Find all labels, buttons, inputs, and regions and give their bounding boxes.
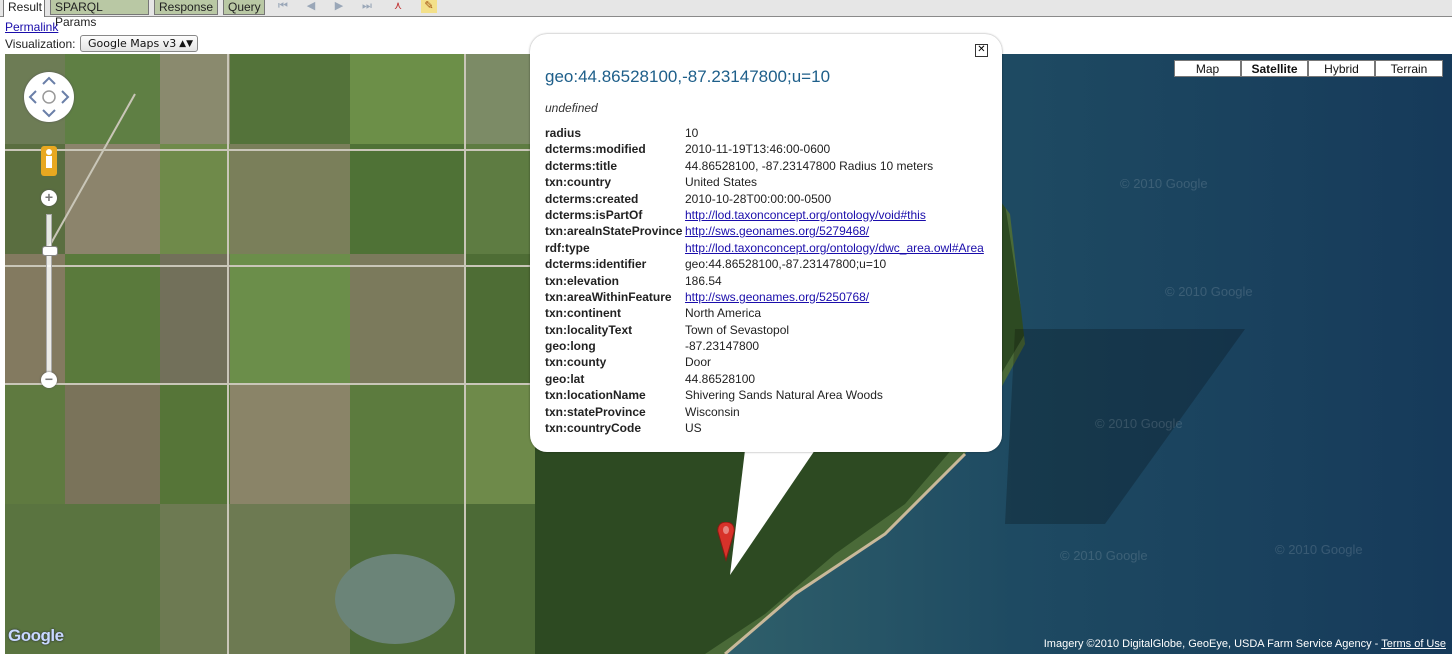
property-key: txn:areaWithinFeature [545,289,672,304]
property-row: dcterms:modified 2010-11-19T13:46:00-0600 [545,142,984,158]
map-type-satellite-button[interactable]: Satellite [1241,60,1308,77]
property-row: radius 10 [545,126,984,142]
property-key: radius [545,126,582,140]
property-value: Shivering Sands Natural Area Woods [685,388,883,403]
property-row: dcterms:created 2010-10-28T00:00:00-0500 [545,192,984,208]
property-value: geo:44.86528100,-87.23147800;u=10 [685,257,887,272]
property-row: geo:lat 44.86528100 [545,372,984,388]
property-key: geo:long [545,339,596,354]
popup-subtitle: undefined [545,101,598,115]
property-row: txn:elevation 186.54 [545,274,984,290]
zoom-slider-track[interactable] [46,214,52,374]
prev-page-icon[interactable]: ◀ [302,0,320,13]
property-value: 2010-10-28T00:00:00-0500 [685,191,832,206]
property-value-link[interactable]: http://lod.taxonconcept.org/ontology/voi… [685,208,926,222]
property-key: txn:elevation [545,273,620,288]
visualization-label: Visualization: [5,37,76,51]
property-key: txn:locationName [545,388,646,403]
property-key: dcterms:created [545,191,639,206]
property-key: txn:countryCode [545,421,641,436]
first-page-icon[interactable]: ⏮ [274,0,292,13]
property-value: North America [685,306,762,321]
property-key: dcterms:isPartOf [545,207,643,222]
visualization-select-value: Google Maps v3 [88,37,177,50]
tab-response[interactable]: Response [154,0,218,15]
property-value: -87.23147800 [685,339,760,354]
property-row: dcterms:identifier geo:44.86528100,-87.23… [545,257,984,273]
property-key: txn:localityText [545,322,633,337]
map-watermark: © 2010 Google [1095,416,1183,431]
property-key: dcterms:modified [545,142,646,157]
next-page-icon[interactable]: ▶ [330,0,348,13]
property-value: Wisconsin [685,404,740,419]
property-key: txn:stateProvince [545,404,646,419]
property-row: dcterms:title 44.86528100, -87.23147800 R… [545,159,984,175]
property-key: dcterms:title [545,158,618,173]
tab-result[interactable]: Result [3,0,45,17]
map-type-hybrid-button[interactable]: Hybrid [1308,60,1375,77]
terms-of-use-link[interactable]: Terms of Use [1381,638,1446,650]
pan-arrows-icon [28,76,70,118]
attribution-text: Imagery ©2010 DigitalGlobe, GeoEye, USDA… [1043,638,1379,650]
zoom-out-button[interactable]: − [41,372,57,388]
property-value: 2010-11-19T13:46:00-0600 [685,142,831,157]
property-row: txn:country United States [545,175,984,191]
map-watermark: © 2010 Google [1275,542,1363,557]
property-value: United States [685,175,758,190]
map-type-terrain-button[interactable]: Terrain [1375,60,1443,77]
property-value: 44.86528100, -87.23147800 Radius 10 mete… [685,158,934,173]
property-row: txn:continent North America [545,306,984,322]
select-arrow-icon: ▲▼ [179,39,193,49]
property-row: txn:county Door [545,355,984,371]
pan-control[interactable] [24,72,74,122]
property-value: 186.54 [685,273,722,288]
property-value-link[interactable]: http://sws.geonames.org/5250768/ [685,290,869,304]
popup-title: geo:44.86528100,-87.23147800;u=10 [545,67,831,86]
property-row: rdf:type http://lod.taxonconcept.org/onto… [545,241,984,257]
property-value: Town of Sevastopol [685,322,790,337]
map-watermark: © 2010 Google [1165,284,1253,299]
zoom-in-button[interactable]: + [41,190,57,206]
property-row: txn:areaWithinFeature http://sws.geonames… [545,290,984,306]
property-list: radius 10 dcterms:modified 2010-11-19T13:46… [545,126,984,437]
property-row: txn:localityText Town of Sevastopol [545,323,984,339]
visualization-select[interactable]: Google Maps v3 ▲▼ [80,35,198,52]
map-marker-icon[interactable] [715,522,737,562]
property-key: geo:lat [545,371,585,386]
property-value: Door [685,355,712,370]
property-row: txn:stateProvince Wisconsin [545,405,984,421]
property-value-link[interactable]: http://lod.taxonconcept.org/ontology/dwc… [685,241,984,255]
google-logo[interactable]: Google [8,626,64,646]
close-icon[interactable]: ✕ [975,44,988,57]
property-key: dcterms:identifier [545,257,647,272]
property-key: rdf:type [545,240,590,255]
map-watermark: © 2010 Google [1060,548,1148,563]
last-page-icon[interactable]: ⏭ [358,0,376,13]
map-type-map-button[interactable]: Map [1174,60,1241,77]
property-row: txn:areaInStateProvince http://sws.geonam… [545,224,984,240]
property-key: txn:areaInStateProvince [545,224,683,239]
property-key: txn:county [545,355,607,370]
graph-icon[interactable]: ⋏ [389,0,407,13]
map-attribution: Imagery ©2010 DigitalGlobe, GeoEye, USDA… [1044,638,1446,650]
property-row: txn:locationName Shivering Sands Natural … [545,388,984,404]
property-value: US [685,421,702,436]
property-value: 44.86528100 [685,371,756,386]
pegman-icon[interactable] [41,146,57,176]
tab-bar: Result SPARQL Params Response Query ⏮ ◀ … [0,0,1452,29]
tab-query[interactable]: Query [223,0,265,15]
map-watermark: © 2010 Google [1120,176,1208,191]
property-value-link[interactable]: http://sws.geonames.org/5279468/ [685,224,869,238]
permalink-link[interactable]: Permalink [5,20,58,34]
property-value: 10 [685,126,699,140]
zoom-slider-handle[interactable] [42,246,58,256]
edit-icon[interactable]: ✎ [421,0,437,13]
property-key: txn:continent [545,306,621,321]
property-row: geo:long -87.23147800 [545,339,984,355]
property-key: txn:country [545,175,611,190]
property-row: dcterms:isPartOf http://lod.taxonconcept.… [545,208,984,224]
tab-sparql-params[interactable]: SPARQL Params [50,0,149,29]
property-row: txn:countryCode US [545,421,984,437]
